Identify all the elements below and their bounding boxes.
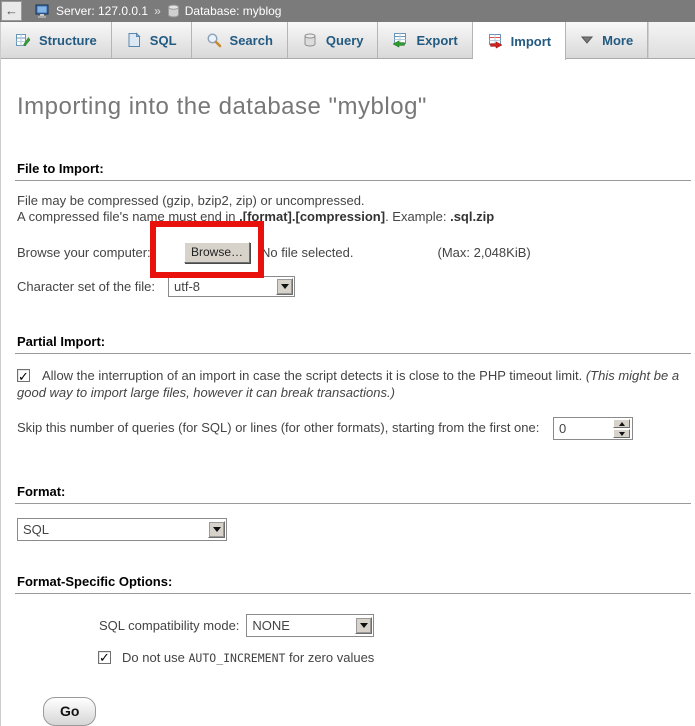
export-icon xyxy=(392,32,408,48)
go-button[interactable]: Go xyxy=(43,697,96,726)
format-heading: Format: xyxy=(15,484,691,504)
skip-queries-label: Skip this number of queries (for SQL) or… xyxy=(17,420,539,435)
file-to-import-heading: File to Import: xyxy=(15,161,691,181)
format-select[interactable]: SQL xyxy=(17,518,227,541)
spin-down-button[interactable] xyxy=(613,429,630,438)
tab-structure-label: Structure xyxy=(39,33,97,48)
breadcrumb-separator: » xyxy=(154,4,161,18)
auto-increment-text: Do not use AUTO_INCREMENT for zero value… xyxy=(122,650,374,665)
tab-search[interactable]: Search xyxy=(192,22,288,58)
charset-label: Character set of the file: xyxy=(17,279,168,294)
compression-line2-mid: . Example: xyxy=(385,209,450,224)
tab-query[interactable]: Query xyxy=(288,22,379,58)
page-title: Importing into the database "myblog" xyxy=(15,59,695,121)
compression-example: .sql.zip xyxy=(450,209,494,224)
breadcrumb-bar: ← Server: 127.0.0.1 » Database: myblog xyxy=(0,0,695,22)
search-icon xyxy=(206,32,222,48)
charset-select-value: utf-8 xyxy=(169,279,276,294)
chevron-down-icon xyxy=(580,35,594,45)
compression-line1: File may be compressed (gzip, bzip2, zip… xyxy=(17,193,365,208)
tab-import-label: Import xyxy=(511,34,551,49)
skip-queries-row: Skip this number of queries (for SQL) or… xyxy=(17,417,695,440)
sql-compatibility-select-value: NONE xyxy=(247,618,355,633)
server-icon xyxy=(35,4,51,19)
allow-interruption-checkbox[interactable] xyxy=(17,369,30,382)
browse-row: Browse your computer: Browse… No file se… xyxy=(17,240,695,264)
auto-increment-row: Do not use AUTO_INCREMENT for zero value… xyxy=(98,650,695,665)
tab-sql[interactable]: SQL xyxy=(112,22,192,58)
page-frame: Structure SQL Search xyxy=(0,22,695,726)
tabbar-filler xyxy=(648,22,695,58)
auto-increment-code: AUTO_INCREMENT xyxy=(189,651,286,665)
charset-row: Character set of the file: utf-8 xyxy=(17,276,695,297)
skip-queries-input[interactable] xyxy=(553,417,633,440)
back-button[interactable]: ← xyxy=(1,1,22,21)
charset-select[interactable]: utf-8 xyxy=(168,276,295,297)
tab-more-label: More xyxy=(602,33,633,48)
format-specific-options-heading: Format-Specific Options: xyxy=(15,574,691,594)
browse-label: Browse your computer: xyxy=(17,245,168,260)
sql-compatibility-select-arrow-icon xyxy=(355,617,372,634)
tab-query-label: Query xyxy=(326,33,364,48)
browse-button[interactable]: Browse… xyxy=(184,242,250,263)
sql-compatibility-label: SQL compatibility mode: xyxy=(99,618,239,633)
allow-interruption-text: Allow the interruption of an import in c… xyxy=(42,368,586,383)
tab-structure[interactable]: Structure xyxy=(1,22,112,58)
skip-queries-value[interactable] xyxy=(554,421,594,436)
no-file-text: No file selected. xyxy=(261,245,354,260)
compression-info: File may be compressed (gzip, bzip2, zip… xyxy=(17,193,695,225)
import-page: Importing into the database "myblog" Fil… xyxy=(1,59,695,726)
import-icon xyxy=(487,33,503,49)
query-icon xyxy=(302,32,318,48)
sql-compatibility-row: SQL compatibility mode: NONE xyxy=(99,614,695,637)
tab-more[interactable]: More xyxy=(566,22,648,58)
sql-compatibility-select[interactable]: NONE xyxy=(246,614,374,637)
allow-interruption-row: Allow the interruption of an import in c… xyxy=(17,367,683,401)
tab-search-label: Search xyxy=(230,33,273,48)
charset-select-arrow-icon xyxy=(276,278,293,295)
sql-icon xyxy=(126,32,142,48)
breadcrumb-database[interactable]: Database: myblog xyxy=(185,4,282,18)
tab-sql-label: SQL xyxy=(150,33,177,48)
spin-up-button[interactable] xyxy=(613,419,630,428)
breadcrumb-server[interactable]: Server: 127.0.0.1 xyxy=(56,4,148,18)
compression-line2-pre: A compressed file's name must end in xyxy=(17,209,239,224)
tab-export-label: Export xyxy=(416,33,457,48)
tab-import[interactable]: Import xyxy=(473,22,566,60)
tab-export[interactable]: Export xyxy=(378,22,472,58)
auto-increment-checkbox[interactable] xyxy=(98,651,111,664)
format-select-arrow-icon xyxy=(208,521,225,538)
auto-increment-text-post: for zero values xyxy=(285,650,374,665)
database-icon xyxy=(167,4,180,18)
tab-bar: Structure SQL Search xyxy=(1,22,695,59)
structure-icon xyxy=(15,32,31,48)
auto-increment-text-pre: Do not use xyxy=(122,650,189,665)
partial-import-heading: Partial Import: xyxy=(15,334,691,354)
format-select-value: SQL xyxy=(18,522,208,537)
max-size-text: (Max: 2,048KiB) xyxy=(438,245,531,260)
compression-pattern: .[format].[compression] xyxy=(239,209,385,224)
